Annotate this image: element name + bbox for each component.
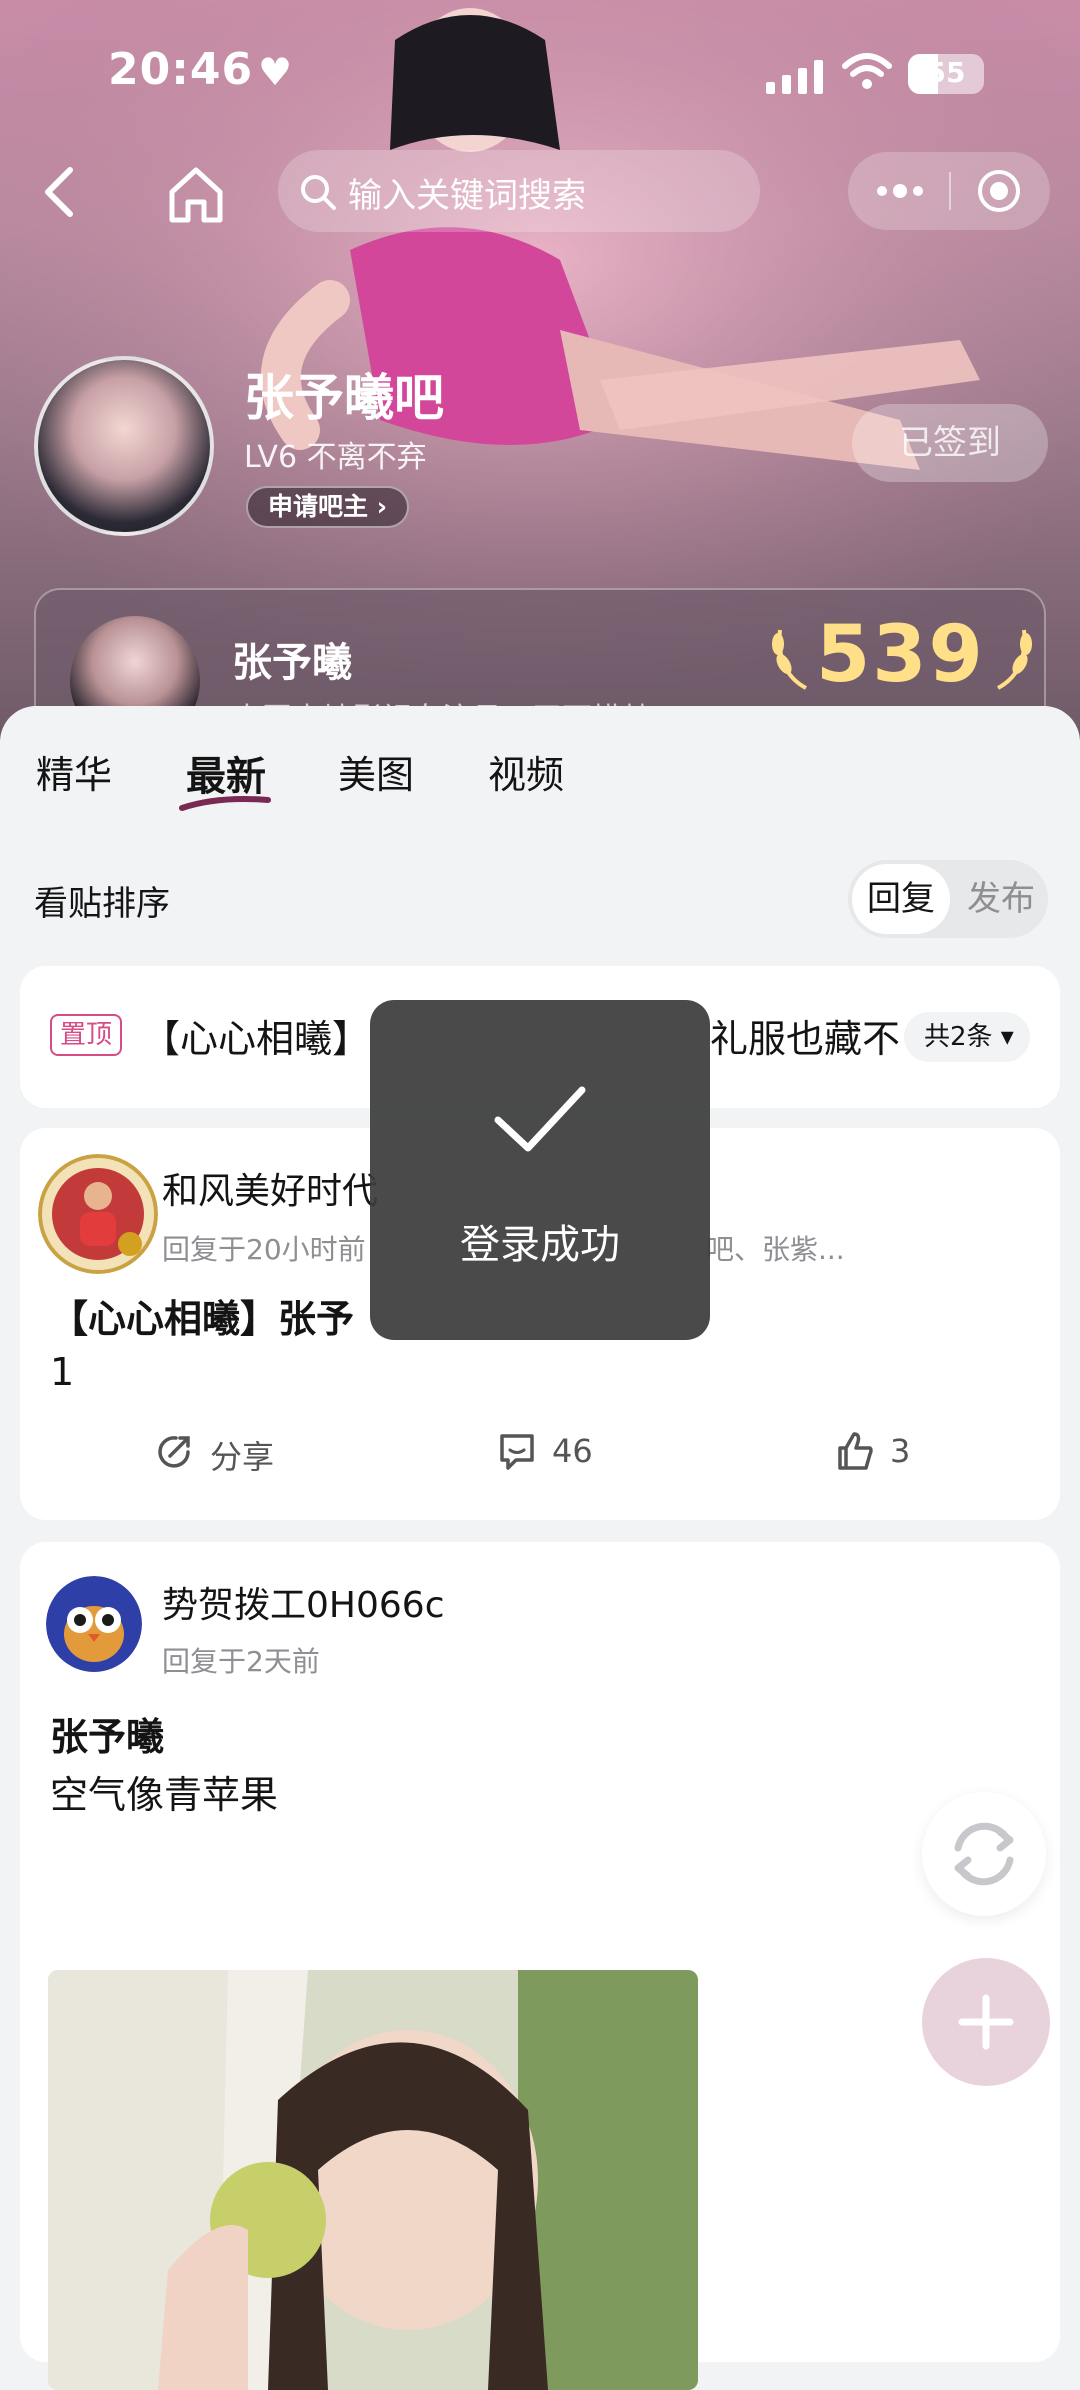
nav-bar: 输入关键词搜索	[0, 150, 1080, 236]
content-sheet: 精华 最新 美图 视频 看贴排序 回复 发布 置顶 【心心相曦】 礼服也藏不 共…	[0, 706, 1080, 2390]
caret-down-icon: ▾	[992, 1022, 1014, 1052]
chevron-right-icon: ›	[368, 492, 388, 521]
post-card[interactable]: 势贺拨工0H066c 回复于2天前 张予曦 空气像青苹果	[20, 1542, 1060, 2390]
user-avatar[interactable]	[38, 1154, 158, 1274]
refresh-icon	[954, 1822, 1014, 1886]
apply-moderator-label: 申请吧主	[268, 492, 369, 521]
post-actions: 分享 46 3	[20, 1418, 1060, 1488]
plus-icon	[958, 1994, 1014, 2050]
post-title: 【心心相曦】张予	[50, 1297, 355, 1341]
post-body: 空气像青苹果	[50, 1773, 279, 1817]
more-icon[interactable]	[874, 174, 926, 208]
post-image[interactable]	[48, 1970, 698, 2390]
login-success-toast: 登录成功	[370, 1000, 710, 1340]
share-icon	[158, 1436, 190, 1468]
forum-avatar[interactable]	[34, 356, 214, 536]
apply-moderator-button[interactable]: 申请吧主 ›	[246, 486, 410, 528]
forum-level: LV6 不离不弃	[244, 440, 427, 475]
comment-button[interactable]: 46	[496, 1424, 616, 1480]
sort-toggle[interactable]: 回复 发布	[848, 860, 1048, 938]
share-label: 分享	[210, 1438, 275, 1476]
post-meta-tail: 吧、张紫...	[706, 1233, 845, 1266]
star-name: 张予曦	[232, 640, 352, 686]
comment-icon	[500, 1434, 534, 1470]
sort-option-reply[interactable]: 回复	[852, 864, 950, 934]
like-button[interactable]: 3	[834, 1424, 944, 1480]
sort-label: 看贴排序	[34, 884, 170, 924]
pinned-title-tail: 礼服也藏不	[710, 1017, 901, 1061]
share-button[interactable]: 分享	[154, 1424, 314, 1480]
post-body: 1	[50, 1350, 75, 1394]
comment-count: 46	[552, 1432, 593, 1470]
watermark: @Ycim	[928, 2300, 1031, 2335]
pinned-badge: 置顶	[50, 1014, 123, 1056]
search-icon	[301, 175, 336, 210]
pinned-title: 【心心相曦】	[142, 1017, 371, 1061]
tab-featured[interactable]: 精华	[36, 744, 112, 799]
signed-in-button[interactable]: 已签到	[852, 404, 1048, 482]
mini-program-capsule	[848, 152, 1050, 230]
checkmark-icon	[494, 1086, 586, 1152]
home-icon[interactable]	[160, 158, 232, 230]
toast-message: 登录成功	[460, 1222, 620, 1268]
sort-option-publish[interactable]: 发布	[958, 864, 1044, 934]
user-avatar[interactable]	[46, 1576, 142, 1672]
battery-icon: 55	[908, 54, 984, 94]
battery-level: 55	[926, 56, 966, 89]
post-meta: 回复于20小时前	[162, 1233, 366, 1266]
post-meta: 回复于2天前	[162, 1645, 320, 1678]
star-rank: 539	[816, 610, 985, 700]
thumbs-up-icon	[838, 1432, 873, 1470]
search-input[interactable]: 输入关键词搜索	[278, 150, 760, 232]
tab-videos[interactable]: 视频	[488, 744, 564, 799]
laurel-right-icon	[997, 629, 1032, 690]
forum-header: 20:46 ♥ 55 输入关键词搜索 张予曦吧 LV6 不离不弃 申请吧主 › …	[0, 0, 1080, 740]
pinned-count-dropdown[interactable]: 共2条 ▾	[904, 1012, 1030, 1062]
heart-icon: ♥	[258, 50, 293, 94]
create-post-button[interactable]	[922, 1958, 1050, 2086]
post-title: 张予曦	[50, 1715, 165, 1759]
like-count: 3	[890, 1432, 911, 1470]
back-icon[interactable]	[30, 162, 90, 222]
laurel-left-icon	[772, 629, 807, 690]
tab-active-indicator	[179, 796, 271, 811]
refresh-button[interactable]	[922, 1792, 1046, 1916]
tab-photos[interactable]: 美图	[338, 744, 414, 799]
status-bar: 20:46 ♥ 55	[0, 40, 1080, 110]
signal-icon	[766, 60, 823, 94]
status-time: 20:46	[108, 44, 254, 95]
tab-bar: 精华 最新 美图 视频	[0, 736, 1080, 816]
post-username[interactable]: 和风美好时代	[162, 1162, 378, 1214]
wifi-icon	[842, 53, 892, 89]
close-target-icon[interactable]	[976, 168, 1022, 214]
post-username[interactable]: 势贺拨工0H066c	[162, 1576, 444, 1628]
pinned-count: 共2条	[924, 1022, 993, 1052]
search-placeholder: 输入关键词搜索	[348, 176, 586, 216]
forum-title: 张予曦吧	[244, 369, 444, 427]
